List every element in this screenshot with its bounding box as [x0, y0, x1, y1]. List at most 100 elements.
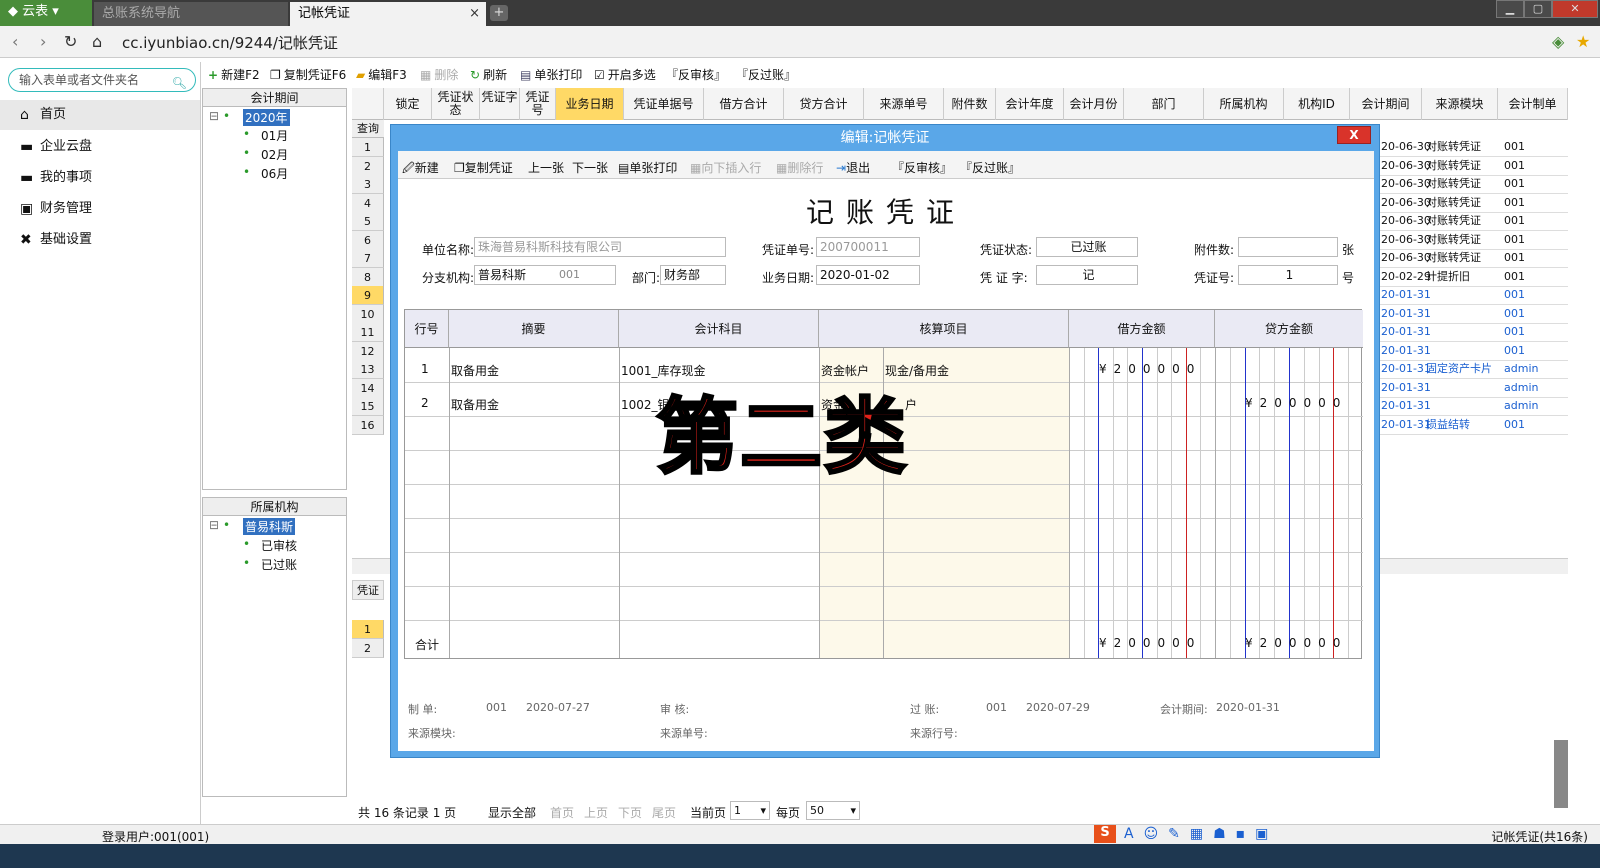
cell-maker[interactable]: 001	[1504, 138, 1525, 156]
back-icon[interactable]: ‹	[12, 32, 18, 51]
next-voucher-button[interactable]: 下一张	[572, 159, 608, 176]
extension-icon[interactable]: ◈	[1552, 32, 1564, 51]
column-header[interactable]: 机构ID	[1284, 88, 1350, 120]
row-number[interactable]: 9	[352, 286, 384, 305]
refresh-button[interactable]: ↻ 刷新	[470, 66, 507, 83]
print-button[interactable]: ▤ 单张打印	[520, 66, 582, 83]
prev-page-button[interactable]: 上页	[584, 804, 608, 821]
column-header[interactable]: 贷方合计	[784, 88, 864, 120]
show-all-button[interactable]: 显示全部	[488, 804, 536, 821]
tab-ledger-nav[interactable]: 总账系统导航	[94, 2, 288, 26]
collapse-icon[interactable]: ⊟	[209, 518, 219, 532]
cell-source-module[interactable]: 对账转凭证	[1426, 231, 1481, 249]
cell-period[interactable]: 20-01-31	[1381, 342, 1431, 360]
new-button[interactable]: + 新建F2	[208, 66, 260, 83]
cell-maker[interactable]: 001	[1504, 175, 1525, 193]
row-number[interactable]: 5	[352, 212, 384, 231]
row-number[interactable]: 10	[352, 304, 384, 324]
row-number[interactable]: 2	[352, 156, 384, 176]
unpost-button[interactable]: 『反过账』	[736, 66, 796, 83]
branch-field[interactable]: 普易科斯 001	[474, 265, 616, 285]
column-header[interactable]: 附件数	[944, 88, 996, 120]
query-row-label[interactable]: 查询	[352, 120, 384, 138]
company-field[interactable]: 珠海普易科斯科技有限公司	[474, 237, 726, 257]
row-number[interactable]: 8	[352, 267, 384, 287]
column-header[interactable]: 会计期间	[1350, 88, 1422, 120]
row-number[interactable]: 7	[352, 249, 384, 268]
entry-summary[interactable]: 取备用金	[451, 396, 499, 413]
row-number[interactable]: 13	[352, 360, 384, 379]
cell-maker[interactable]: 001	[1504, 231, 1525, 249]
bookmark-star-icon[interactable]: ★	[1576, 32, 1590, 51]
row-number[interactable]: 6	[352, 230, 384, 250]
column-header[interactable]: 凭证号	[520, 88, 556, 120]
dialog-new-button[interactable]: 🖉︎新建	[402, 159, 439, 180]
sidebar-item-cloud-disk[interactable]: ▬ 企业云盘	[0, 132, 200, 162]
tab-voucher[interactable]: 记帐凭证 ×	[290, 2, 486, 26]
column-header[interactable]: 凭证状态	[432, 88, 480, 120]
cell-maker[interactable]: 001	[1504, 305, 1525, 323]
prev-voucher-button[interactable]: 上一张	[528, 159, 564, 176]
tree-node-year[interactable]: 2020年	[243, 109, 290, 126]
cell-period[interactable]: 20-02-29	[1381, 268, 1431, 286]
row-number[interactable]: 12	[352, 341, 384, 361]
cell-period[interactable]: 20-01-31	[1381, 360, 1431, 378]
cell-maker[interactable]: 001	[1504, 157, 1525, 175]
current-page-select[interactable]: 1 ▾	[730, 801, 770, 820]
cell-period[interactable]: 20-01-31	[1381, 397, 1431, 415]
cell-maker[interactable]: 001	[1504, 342, 1525, 360]
tree-node-month[interactable]: 01月	[261, 127, 288, 144]
column-header[interactable]: 会计制单	[1498, 88, 1568, 120]
sidebar-item-my-tasks[interactable]: ▬ 我的事项	[0, 163, 200, 193]
cell-period[interactable]: 20-06-30	[1381, 138, 1431, 156]
dialog-print-button[interactable]: ▤单张打印	[618, 159, 677, 176]
unreview-button[interactable]: 『反审核』	[666, 66, 726, 83]
close-tab-icon[interactable]: ×	[469, 2, 480, 26]
cell-source-module[interactable]: 固定资产卡片	[1426, 360, 1492, 378]
row-number[interactable]: 16	[352, 415, 384, 435]
dialog-unreview-button[interactable]: 『反审核』	[892, 159, 952, 176]
home-icon[interactable]: ⌂	[92, 32, 102, 51]
delete-row-button[interactable]: ▦删除行	[776, 159, 823, 176]
cell-maker[interactable]: 001	[1504, 286, 1525, 304]
detail-tab[interactable]: 凭证明	[352, 580, 384, 600]
cell-source-module[interactable]: 计提折旧	[1426, 268, 1470, 286]
cell-period[interactable]: 20-01-31	[1381, 305, 1431, 323]
cell-source-module[interactable]: 对账转凭证	[1426, 194, 1481, 212]
dialog-unpost-button[interactable]: 『反过账』	[960, 159, 1020, 176]
voucher-num-field[interactable]: 1	[1238, 265, 1338, 285]
sidebar-item-home[interactable]: ⌂ 首页	[0, 100, 200, 130]
forward-icon[interactable]: ›	[40, 32, 46, 51]
column-header[interactable]: 凭证单据号	[624, 88, 704, 120]
voucher-no-field[interactable]: 200700011	[816, 237, 920, 257]
cell-source-module[interactable]: 对账转凭证	[1426, 157, 1481, 175]
multi-select-toggle[interactable]: ☑ 开启多选	[594, 66, 656, 83]
cell-source-module[interactable]: 对账转凭证	[1426, 138, 1481, 156]
cell-period[interactable]: 20-06-30	[1381, 249, 1431, 267]
column-header-active[interactable]: 业务日期	[556, 88, 624, 120]
delete-button[interactable]: ▦ 删除	[420, 66, 458, 83]
tree-node-month[interactable]: 06月	[261, 165, 288, 182]
cell-period[interactable]: 20-06-30	[1381, 212, 1431, 230]
date-field[interactable]: 2020-01-02	[816, 265, 920, 285]
column-header[interactable]: 借方合计	[704, 88, 784, 120]
tree-node-org[interactable]: 普易科斯	[243, 518, 296, 535]
dept-field[interactable]: 财务部	[660, 265, 726, 285]
cell-period[interactable]: 20-06-30	[1381, 175, 1431, 193]
row-number[interactable]: 3	[352, 175, 384, 194]
row-number[interactable]: 1	[352, 138, 384, 157]
row-number[interactable]: 15	[352, 397, 384, 416]
column-header[interactable]: 部门	[1124, 88, 1204, 120]
row-number[interactable]: 11	[352, 323, 384, 342]
cell-maker[interactable]: 001	[1504, 212, 1525, 230]
detail-row-number[interactable]: 1	[352, 620, 384, 639]
cell-maker[interactable]: admin	[1504, 379, 1538, 397]
url-field[interactable]: cc.iyunbiao.cn/9244/记帐凭证	[122, 32, 338, 53]
cell-period[interactable]: 20-01-31	[1381, 379, 1431, 397]
window-close-button[interactable]: ✕	[1552, 0, 1598, 18]
app-menu-button[interactable]: ◆ 云表 ▾	[0, 0, 92, 26]
last-page-button[interactable]: 尾页	[652, 804, 676, 821]
sidebar-item-finance[interactable]: ▣ 财务管理	[0, 194, 200, 224]
sidebar-item-settings[interactable]: ✖ 基础设置	[0, 225, 200, 255]
row-number[interactable]: 14	[352, 378, 384, 398]
